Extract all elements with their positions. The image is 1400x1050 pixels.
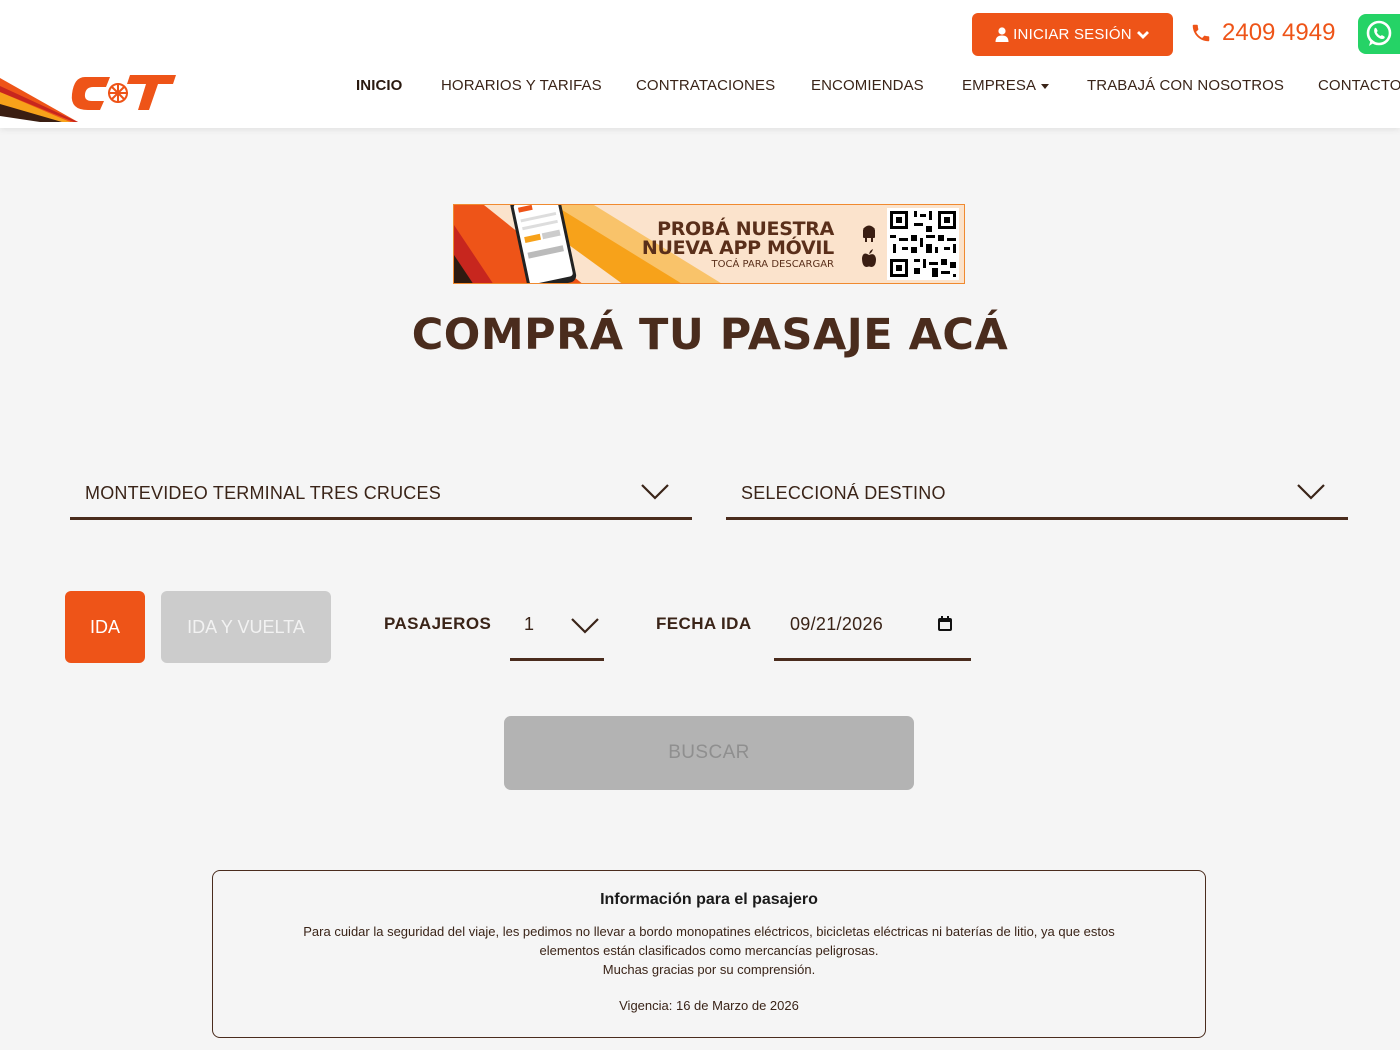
date-value: 09/21/2026 bbox=[790, 614, 884, 634]
nav-encomiendas[interactable]: ENCOMIENDAS bbox=[811, 77, 924, 94]
user-icon bbox=[995, 27, 1009, 42]
origin-value: MONTEVIDEO TERMINAL TRES CRUCES bbox=[85, 483, 441, 503]
chevron-down-icon bbox=[1136, 30, 1149, 39]
trip-ida-vuelta-button[interactable]: IDA Y VUELTA bbox=[161, 591, 331, 663]
chevron-down-icon bbox=[571, 618, 599, 634]
nav-horarios-tarifas[interactable]: HORARIOS Y TARIFAS bbox=[441, 77, 602, 94]
nav-inicio[interactable]: INICIO bbox=[356, 77, 402, 94]
apple-icon bbox=[862, 249, 876, 267]
whatsapp-button[interactable] bbox=[1358, 14, 1400, 54]
nav-trabaja[interactable]: TRABAJÁ CON NOSOTROS bbox=[1087, 77, 1284, 94]
info-title: Información para el pasajero bbox=[600, 891, 818, 908]
chevron-down-icon bbox=[641, 484, 669, 500]
android-apple-icons bbox=[862, 225, 876, 267]
page-title: COMPRÁ TU PASAJE ACÁ bbox=[411, 310, 1009, 360]
nav-empresa[interactable]: EMPRESA bbox=[962, 77, 1050, 94]
login-label: INICIAR SESIÓN bbox=[1013, 26, 1132, 43]
phone-link[interactable]: 2409 4949 bbox=[1190, 16, 1335, 50]
info-line-1: Para cuidar la seguridad del viaje, les … bbox=[303, 924, 1115, 939]
date-label: FECHA IDA bbox=[656, 614, 752, 633]
site-header: INICIAR SESIÓN 2409 4949 INICIO HORARIOS… bbox=[0, 0, 1400, 128]
destination-select[interactable]: SELECCIONÁ DESTINO bbox=[726, 470, 1348, 520]
passenger-info-box: Información para el pasajero Para cuidar… bbox=[212, 870, 1206, 1038]
destination-value: SELECCIONÁ DESTINO bbox=[741, 483, 946, 503]
info-body: Para cuidar la seguridad del viaje, les … bbox=[213, 922, 1205, 979]
nav-empresa-label: EMPRESA bbox=[962, 77, 1037, 94]
main-nav: INICIO HORARIOS Y TARIFAS CONTRATACIONES… bbox=[0, 77, 1400, 97]
qr-code-icon bbox=[887, 208, 959, 280]
info-line-2: elementos están clasificados como mercan… bbox=[539, 943, 879, 958]
nav-contrataciones[interactable]: CONTRATACIONES bbox=[636, 77, 775, 94]
passengers-label: PASAJEROS bbox=[384, 614, 492, 633]
calendar-icon[interactable] bbox=[937, 616, 953, 632]
phone-mockup-icon bbox=[510, 205, 577, 283]
info-line-3: Muchas gracias por su comprensión. bbox=[602, 962, 816, 977]
chevron-down-icon bbox=[1297, 484, 1325, 500]
phone-number: 2409 4949 bbox=[1222, 19, 1336, 46]
origin-select[interactable]: MONTEVIDEO TERMINAL TRES CRUCES bbox=[70, 470, 692, 520]
banner-subtitle: TOCÁ PARA DESCARGAR bbox=[711, 259, 834, 270]
banner-title-line2: NUEVA APP MÓVIL bbox=[641, 237, 834, 259]
info-validity: Vigencia: 16 de Marzo de 2026 bbox=[619, 998, 799, 1013]
caret-down-icon bbox=[1041, 83, 1050, 89]
app-download-banner[interactable]: PROBÁ NUESTRA NUEVA APP MÓVIL TOCÁ PARA … bbox=[453, 204, 965, 284]
passengers-select[interactable]: 1 bbox=[510, 606, 604, 661]
phone-icon bbox=[1192, 24, 1210, 42]
android-icon bbox=[863, 225, 875, 242]
date-input[interactable]: 09/21/2026 bbox=[774, 606, 971, 661]
nav-contacto[interactable]: CONTACTO bbox=[1318, 77, 1400, 94]
whatsapp-icon bbox=[1366, 20, 1392, 46]
banner-title: PROBÁ NUESTRA NUEVA APP MÓVIL bbox=[629, 220, 834, 258]
search-button[interactable]: BUSCAR bbox=[504, 716, 914, 790]
trip-ida-button[interactable]: IDA bbox=[65, 591, 145, 663]
login-button[interactable]: INICIAR SESIÓN bbox=[972, 13, 1173, 56]
passengers-value: 1 bbox=[524, 614, 535, 634]
